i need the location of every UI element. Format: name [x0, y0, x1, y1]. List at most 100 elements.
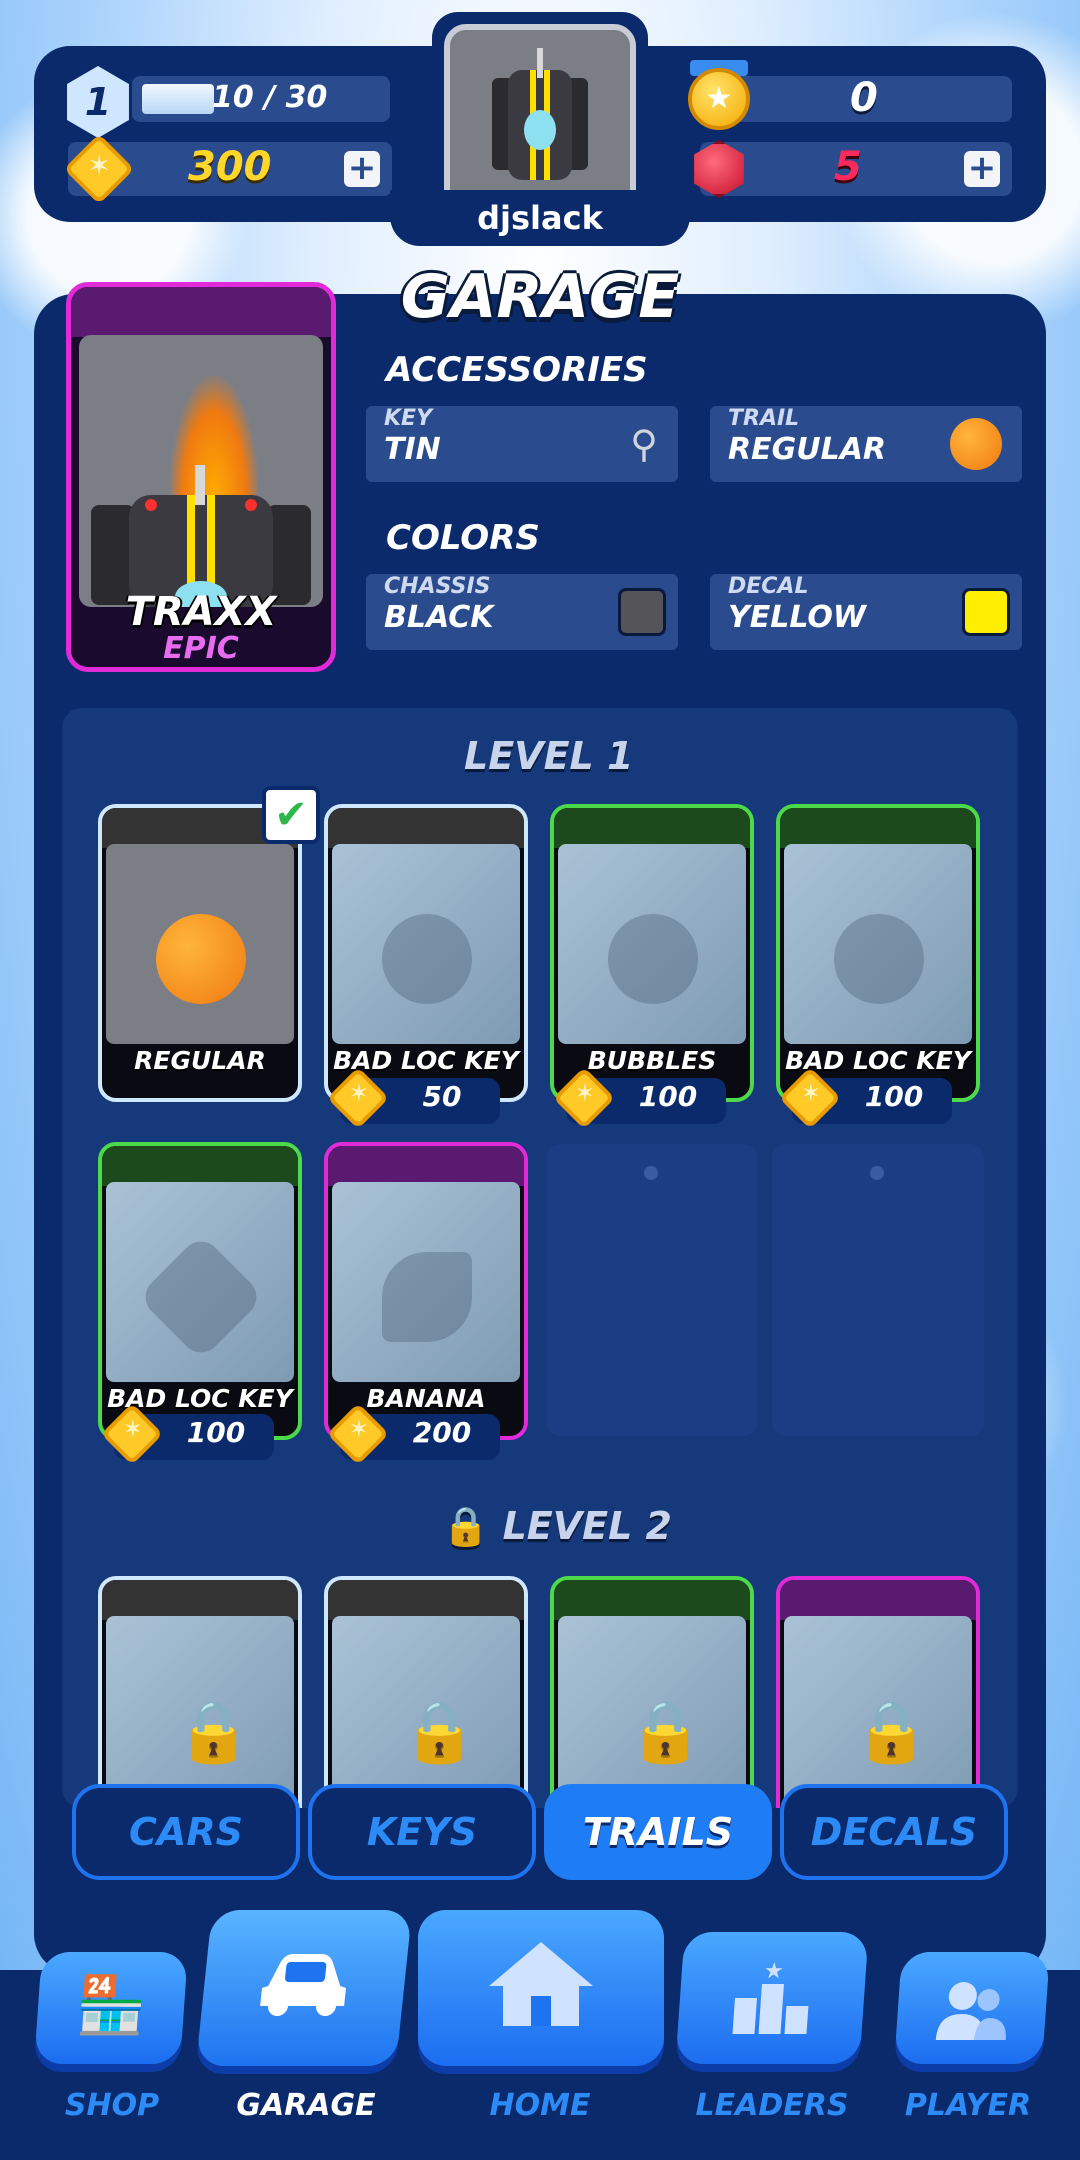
- trail-item-bad-loc-key[interactable]: BAD LOC KEY: [324, 804, 528, 1102]
- item-art: [332, 844, 520, 1044]
- item-art: 🔒: [784, 1616, 972, 1808]
- item-art: [332, 1182, 520, 1382]
- rarity-strip: [554, 1580, 750, 1620]
- trail-item-bad-loc-key-2[interactable]: BAD LOC KEY: [776, 804, 980, 1102]
- lock-icon: 🔒: [402, 1697, 477, 1767]
- avatar: [444, 24, 636, 214]
- decal-value: YELLOW: [728, 600, 866, 635]
- decal-option[interactable]: DECAL YELLOW: [710, 574, 1022, 650]
- key-label: KEY: [384, 406, 433, 431]
- car-rarity-strip: [71, 287, 331, 337]
- level-1-heading: LEVEL 1: [464, 734, 634, 778]
- trail-item-regular[interactable]: REGULAR: [98, 804, 302, 1102]
- players-icon: [895, 1974, 1048, 2048]
- trail-items-area[interactable]: LEVEL 1 REGULAR BAD LOC KEY 50 BUBBLES 1…: [62, 708, 1018, 1808]
- tab-keys[interactable]: KEYS: [308, 1784, 536, 1880]
- heart-trail-icon: [834, 914, 924, 1004]
- car-name: TRAXX: [125, 589, 277, 635]
- coin-icon: [63, 133, 135, 205]
- trail-value: REGULAR: [728, 432, 887, 467]
- accessories-heading: ACCESSORIES: [386, 350, 648, 390]
- trail-item-bad-loc-key-3[interactable]: BAD LOC KEY: [98, 1142, 302, 1440]
- lock-icon: 🔒: [442, 1504, 490, 1548]
- locked-item[interactable]: 🔒: [776, 1576, 980, 1808]
- rarity-strip: [328, 1580, 524, 1620]
- rarity-strip: [780, 808, 976, 848]
- locked-item[interactable]: 🔒: [324, 1576, 528, 1808]
- gem-balance: 5 +: [700, 142, 1012, 196]
- car-art: [79, 335, 323, 607]
- level-2-heading: 🔒 LEVEL 2: [442, 1504, 672, 1549]
- trail-item-banana[interactable]: BANANA: [324, 1142, 528, 1440]
- selected-check-icon: ✔: [262, 786, 320, 844]
- nav-shop-label: SHOP: [64, 2088, 160, 2123]
- price-value: 100: [186, 1416, 246, 1449]
- tab-trails[interactable]: TRAILS: [544, 1784, 772, 1880]
- bubbles-trail-icon: [608, 914, 698, 1004]
- key-option[interactable]: KEY TIN ⚲: [366, 406, 678, 482]
- item-art: [784, 844, 972, 1044]
- empty-slot: [546, 1144, 758, 1436]
- lock-icon: 🔒: [854, 1697, 929, 1767]
- chassis-option[interactable]: CHASSIS BLACK: [366, 574, 678, 650]
- nav-garage-button[interactable]: [195, 1910, 413, 2066]
- star-icon: ★: [688, 68, 750, 130]
- trail-icon: [950, 418, 1002, 470]
- item-art: 🔒: [106, 1616, 294, 1808]
- selected-car-card[interactable]: TRAXX EPIC: [66, 282, 336, 672]
- trail-item-bubbles[interactable]: BUBBLES: [550, 804, 754, 1102]
- coin-balance: 300 +: [63, 133, 392, 205]
- locked-item[interactable]: 🔒: [98, 1576, 302, 1808]
- chassis-label: CHASSIS: [384, 574, 491, 599]
- page-title: GARAGE: [400, 262, 680, 332]
- players-glyph: [935, 1982, 1006, 2040]
- tab-decals[interactable]: DECALS: [780, 1784, 1008, 1880]
- locked-item[interactable]: 🔒: [550, 1576, 754, 1808]
- rarity-strip: [102, 1580, 298, 1620]
- nav-leaders-label: LEADERS: [695, 2088, 849, 2123]
- price-value: 50: [422, 1080, 462, 1113]
- xp-bar: 10 / 30: [132, 76, 390, 122]
- tab-cars[interactable]: CARS: [72, 1784, 300, 1880]
- nav-garage-label: GARAGE: [236, 2088, 376, 2123]
- nav-home-label: HOME: [489, 2088, 591, 2123]
- lock-icon: 🔒: [176, 1697, 251, 1767]
- car-icon: [91, 465, 311, 607]
- home-icon: [418, 1934, 664, 2038]
- add-gems-button[interactable]: +: [964, 151, 1000, 187]
- lock-icon: 🔒: [628, 1697, 703, 1767]
- nav-leaders-button[interactable]: ★: [675, 1932, 869, 2064]
- trail-option[interactable]: TRAIL REGULAR: [710, 406, 1022, 482]
- item-art: [106, 844, 294, 1044]
- shop-icon: 🏪: [74, 1973, 149, 2038]
- add-coins-button[interactable]: +: [344, 151, 380, 187]
- decal-color-swatch: [962, 588, 1010, 636]
- item-art: [106, 1182, 294, 1382]
- smoke-trail-icon: [382, 914, 472, 1004]
- rarity-strip: [554, 808, 750, 848]
- level-2-label: LEVEL 2: [502, 1504, 672, 1548]
- nav-home-button[interactable]: [418, 1910, 664, 2066]
- level-number: 1: [84, 80, 112, 124]
- price-value: 100: [864, 1080, 924, 1113]
- svg-text:★: ★: [763, 1959, 784, 1984]
- car-avatar-icon: [492, 48, 588, 180]
- rarity-strip: [102, 1146, 298, 1186]
- xp-bar-fill: [142, 84, 214, 114]
- chassis-color-swatch: [618, 588, 666, 636]
- chassis-value: BLACK: [384, 600, 494, 635]
- rarity-strip: [328, 1146, 524, 1186]
- banana-trail-icon: [382, 1252, 472, 1342]
- item-price: 200: [326, 1402, 500, 1466]
- car-icon: [200, 1940, 409, 2024]
- nav-player-button[interactable]: [894, 1952, 1050, 2064]
- nav-shop-button[interactable]: 🏪: [34, 1952, 188, 2064]
- price-value: 200: [412, 1416, 472, 1449]
- colors-heading: COLORS: [386, 518, 540, 558]
- rarity-strip: [328, 808, 524, 848]
- leaderboard-icon: ★: [677, 1956, 867, 2040]
- fire-trail-icon: [156, 914, 246, 1004]
- rarity-strip: [780, 1580, 976, 1620]
- player-name: djslack: [390, 190, 690, 246]
- price-value: 100: [638, 1080, 698, 1113]
